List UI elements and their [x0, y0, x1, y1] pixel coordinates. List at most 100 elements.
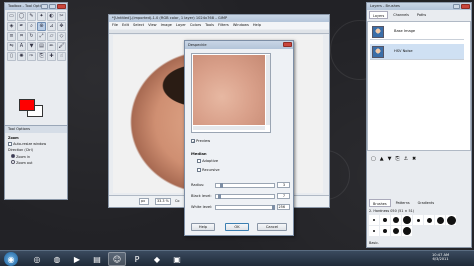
foreground-color-swatch[interactable] [19, 99, 35, 111]
rect-select-tool-icon[interactable]: ▭ [7, 12, 16, 21]
color-picker-tool-icon[interactable]: ⌕ [27, 22, 36, 31]
heal-tool-icon[interactable]: ✚ [47, 52, 56, 61]
preview-vscroll[interactable] [266, 55, 270, 125]
auto-resize-checkbox[interactable] [8, 142, 12, 146]
gimp-icon[interactable]: ☺ [108, 252, 126, 266]
tab-channels[interactable]: Channels [390, 11, 412, 19]
maximize-button[interactable] [49, 4, 56, 9]
brush-item[interactable] [369, 226, 379, 236]
zoom-out-radio[interactable] [11, 160, 15, 164]
zoom-in-option[interactable]: Zoom in [11, 154, 30, 159]
photoshop-icon[interactable]: P [128, 252, 146, 266]
rotate-tool-icon[interactable]: ↻ [27, 32, 36, 41]
app-icon[interactable]: ◆ [148, 252, 166, 266]
menu-image[interactable]: Image [161, 22, 172, 29]
shear-tool-icon[interactable]: ▱ [47, 32, 56, 41]
smudge-tool-icon[interactable]: ☝ [57, 52, 66, 61]
scale-tool-icon[interactable]: ⤢ [37, 32, 46, 41]
system-clock[interactable]: 10:47 AM 6/3/2011 [432, 253, 449, 261]
menu-file[interactable]: File [112, 22, 118, 29]
menu-windows[interactable]: Windows [233, 22, 249, 29]
layer-row[interactable]: Base Image [370, 24, 464, 40]
blend-tool-icon[interactable]: ▤ [37, 42, 46, 51]
free-select-tool-icon[interactable]: ✎ [27, 12, 36, 21]
zoom-in-radio[interactable] [11, 154, 15, 158]
menu-filters[interactable]: Filters [218, 22, 229, 29]
brush-item[interactable] [369, 215, 379, 225]
zoom-tool-icon[interactable]: ⊕ [37, 22, 46, 31]
duplicate-layer-icon[interactable]: ⎘ [395, 156, 399, 162]
zoom-select[interactable]: 33.3 % [155, 198, 171, 205]
flip-tool-icon[interactable]: ⇋ [7, 42, 16, 51]
eraser-tool-icon[interactable]: ▯ [7, 52, 16, 61]
ellipse-select-tool-icon[interactable]: ◯ [17, 12, 26, 21]
delete-layer-icon[interactable]: ✖ [412, 156, 416, 162]
black-level-spinbox[interactable]: 7 [277, 193, 290, 199]
new-layer-icon[interactable]: ▢ [371, 156, 376, 162]
recursive-checkbox[interactable] [197, 168, 201, 172]
tab-paths[interactable]: Paths [414, 11, 429, 19]
cancel-button[interactable]: Cancel [257, 223, 287, 231]
menu-help[interactable]: Help [253, 22, 261, 29]
terminal-icon[interactable]: ▣ [168, 252, 186, 266]
adaptive-checkbox[interactable] [197, 159, 201, 163]
tab-layers[interactable]: Layers [369, 11, 389, 19]
clone-tool-icon[interactable]: ⎘ [37, 52, 46, 61]
close-button[interactable] [57, 4, 66, 9]
paths-tool-icon[interactable]: ✒ [17, 22, 26, 31]
black-level-slider[interactable] [215, 194, 275, 199]
menu-edit[interactable]: Edit [122, 22, 129, 29]
tab-patterns[interactable]: Patterns [393, 199, 413, 207]
brush-item[interactable] [391, 226, 401, 236]
radius-spinbox[interactable]: 3 [277, 182, 290, 188]
tab-brushes[interactable]: Brushes [369, 199, 391, 207]
raise-layer-icon[interactable]: ▲ [380, 156, 384, 162]
minimize-button[interactable] [41, 4, 48, 9]
help-button[interactable]: Help [191, 223, 215, 231]
menu-colors[interactable]: Colors [190, 22, 201, 29]
lower-layer-icon[interactable]: ▼ [388, 156, 392, 162]
brush-item[interactable] [435, 215, 445, 225]
brush-item[interactable] [380, 226, 390, 236]
preview-hscroll[interactable] [193, 126, 265, 130]
recursive-option[interactable]: Recursive [197, 168, 220, 172]
ok-button[interactable]: OK [225, 223, 249, 231]
white-level-slider-handle[interactable] [272, 205, 275, 210]
brush-item[interactable] [413, 215, 423, 225]
pencil-tool-icon[interactable]: ✏ [47, 42, 56, 51]
radius-slider-handle[interactable] [220, 183, 223, 188]
text-tool-icon[interactable]: A [17, 42, 26, 51]
color-select-tool-icon[interactable]: ◐ [47, 12, 56, 21]
ink-tool-icon[interactable]: ✑ [27, 52, 36, 61]
menu-layer[interactable]: Layer [176, 22, 186, 29]
zoom-out-option[interactable]: Zoom out [11, 160, 32, 165]
menu-view[interactable]: View [148, 22, 157, 29]
align-tool-icon[interactable]: ≡ [7, 32, 16, 41]
fuzzy-select-tool-icon[interactable]: ✦ [37, 12, 46, 21]
explorer-folder-icon[interactable]: ▤ [88, 252, 106, 266]
crop-tool-icon[interactable]: ⌗ [17, 32, 26, 41]
brush-item[interactable] [446, 215, 456, 225]
airbrush-tool-icon[interactable]: ✺ [17, 52, 26, 61]
brush-item[interactable] [402, 215, 412, 225]
anchor-layer-icon[interactable]: ⚓ [403, 156, 407, 162]
black-level-slider-handle[interactable] [218, 194, 221, 199]
radius-slider[interactable] [215, 183, 275, 188]
menu-select[interactable]: Select [133, 22, 144, 29]
preview-checkbox[interactable] [191, 139, 195, 143]
adaptive-option[interactable]: Adaptive [197, 159, 218, 163]
bucket-fill-tool-icon[interactable]: ▼ [27, 42, 36, 51]
move-tool-icon[interactable]: ✥ [57, 22, 66, 31]
chrome-icon[interactable]: ◎ [28, 252, 46, 266]
brush-item[interactable] [402, 226, 412, 236]
dock-close-button[interactable] [461, 4, 470, 9]
firefox-icon[interactable]: ◍ [48, 252, 66, 266]
dialog-close-button[interactable] [283, 42, 292, 47]
media-player-icon[interactable]: ▶ [68, 252, 86, 266]
start-button-icon[interactable]: ◉ [4, 252, 18, 266]
auto-resize-option[interactable]: Auto-resize window [8, 142, 46, 146]
brush-item[interactable] [380, 215, 390, 225]
perspective-tool-icon[interactable]: ◇ [57, 32, 66, 41]
unit-select[interactable]: px [139, 198, 149, 205]
menu-tools[interactable]: Tools [205, 22, 214, 29]
